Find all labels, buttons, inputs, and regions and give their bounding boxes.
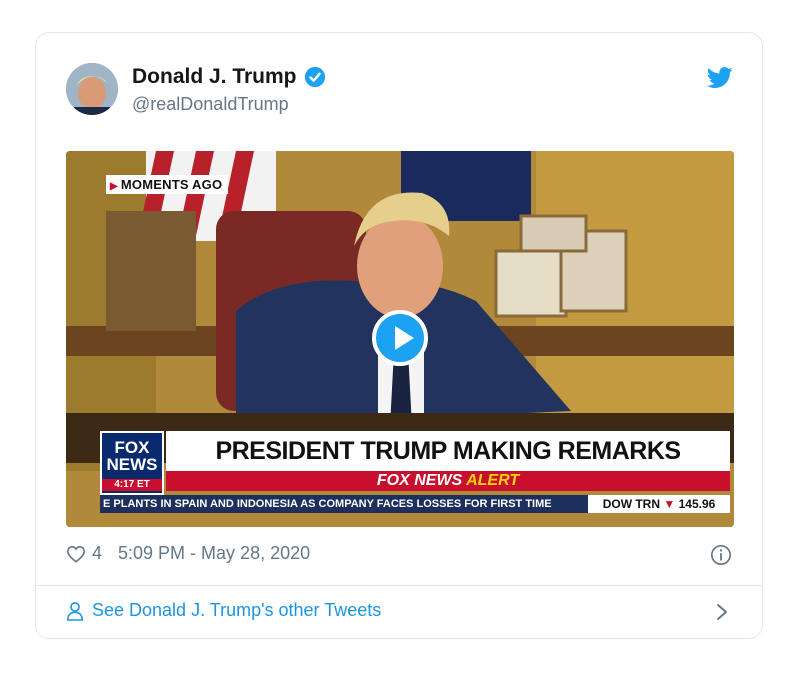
fox-news-logo: FOX NEWS 4:17 ET bbox=[100, 431, 164, 495]
moments-badge: ▶ MOMENTS AGO bbox=[106, 175, 229, 194]
news-ticker: E PLANTS IN SPAIN AND INDONESIA AS COMPA… bbox=[100, 495, 730, 513]
news-alert: FOX NEWS ALERT bbox=[166, 471, 730, 491]
avatar-image bbox=[66, 63, 118, 115]
person-icon bbox=[66, 601, 84, 621]
logo-line1: FOX bbox=[114, 438, 150, 457]
chevron-right-icon[interactable] bbox=[715, 603, 729, 621]
news-lower-third: FOX NEWS 4:17 ET PRESIDENT TRUMP MAKING … bbox=[100, 431, 730, 495]
author-row[interactable]: Donald J. Trump bbox=[132, 65, 326, 89]
author-name[interactable]: Donald J. Trump bbox=[132, 65, 297, 89]
video-player[interactable]: ▶ MOMENTS AGO FOX NEWS 4:17 ET PRESIDENT … bbox=[66, 151, 734, 527]
channel-time: 4:17 ET bbox=[102, 479, 162, 491]
tweet-card: Donald J. Trump @realDonaldTrump ▶ MOMEN… bbox=[35, 32, 763, 639]
logo-line2: NEWS bbox=[106, 455, 158, 474]
other-tweets-link[interactable]: See Donald J. Trump's other Tweets bbox=[66, 600, 381, 621]
play-icon[interactable] bbox=[372, 310, 428, 366]
alert-prefix: FOX NEWS bbox=[376, 472, 463, 489]
tweet-meta: 4 5:09 PM - May 28, 2020 bbox=[66, 543, 310, 564]
stock-value: 145.96 bbox=[678, 497, 716, 511]
avatar[interactable] bbox=[66, 63, 118, 115]
twitter-bird-icon[interactable] bbox=[707, 67, 733, 89]
stock-label: DOW TRN bbox=[602, 497, 661, 511]
moments-badge-label: MOMENTS AGO bbox=[120, 177, 223, 192]
down-arrow-icon: ▼ bbox=[663, 497, 676, 511]
triangle-icon: ▶ bbox=[110, 181, 118, 192]
alert-word: ALERT bbox=[466, 472, 520, 489]
other-tweets-label[interactable]: See Donald J. Trump's other Tweets bbox=[92, 600, 381, 621]
divider bbox=[36, 585, 762, 586]
tweet-timestamp[interactable]: 5:09 PM - May 28, 2020 bbox=[118, 543, 310, 564]
news-headline: PRESIDENT TRUMP MAKING REMARKS bbox=[166, 431, 730, 471]
heart-icon[interactable] bbox=[66, 545, 86, 563]
verified-badge-icon bbox=[304, 66, 325, 88]
info-icon[interactable] bbox=[710, 544, 732, 566]
like-count[interactable]: 4 bbox=[92, 543, 102, 564]
stock-ticker: DOW TRN ▼ 145.96 bbox=[588, 495, 730, 513]
ticker-text: E PLANTS IN SPAIN AND INDONESIA AS COMPA… bbox=[100, 495, 588, 513]
author-handle[interactable]: @realDonaldTrump bbox=[132, 94, 289, 115]
